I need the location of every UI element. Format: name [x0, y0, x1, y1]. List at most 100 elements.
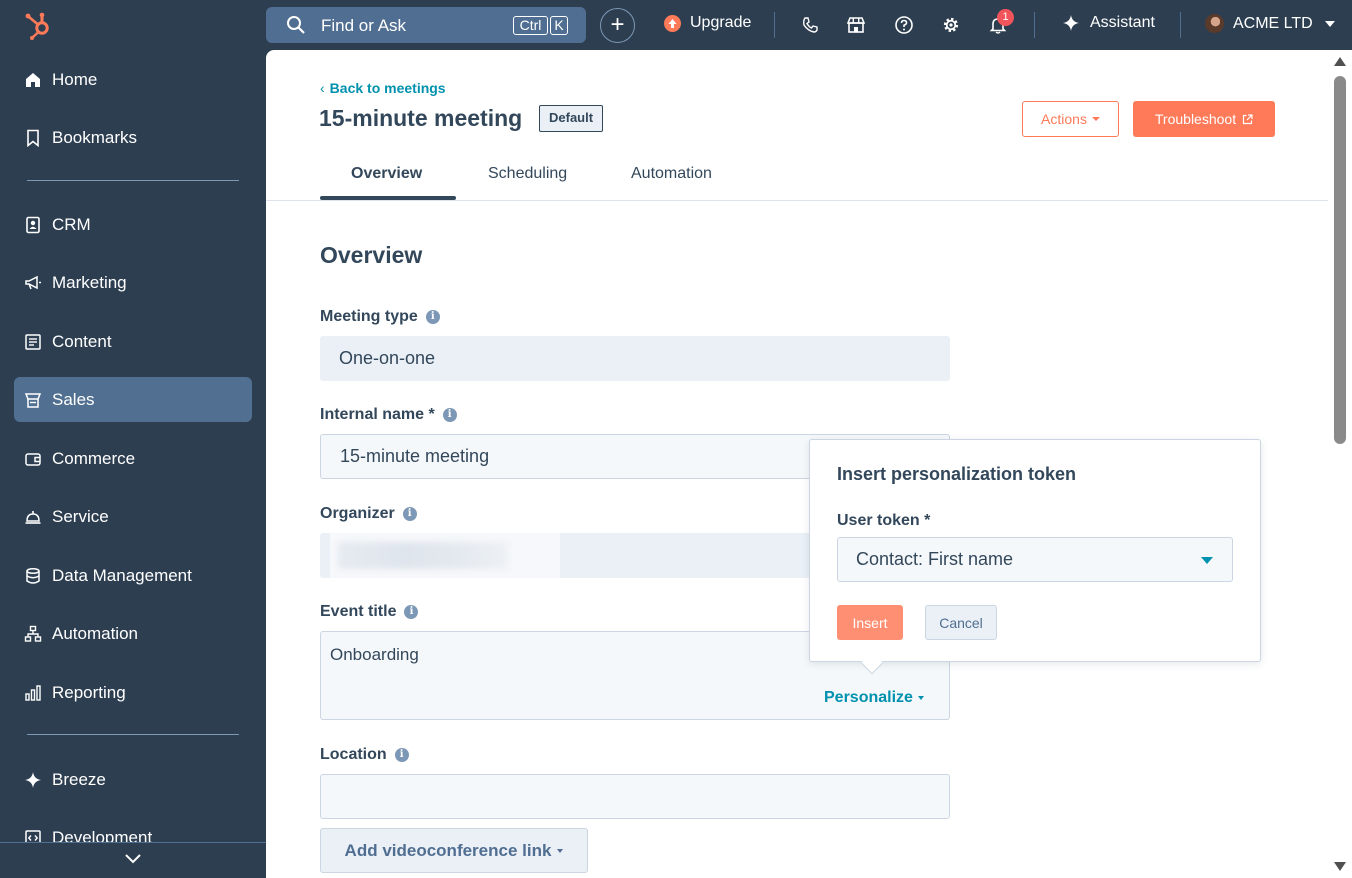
sidebar-item-content[interactable]: Content [14, 319, 252, 364]
topbar-divider [774, 12, 775, 38]
sidebar-item-data-management[interactable]: Data Management [14, 553, 252, 598]
upgrade-arrow-icon [664, 14, 681, 32]
sparkle-icon [25, 771, 41, 788]
user-token-value: Contact: First name [856, 549, 1014, 569]
location-label: Location i [320, 746, 409, 764]
actions-dropdown-button[interactable]: Actions [1022, 101, 1119, 137]
search-icon [287, 16, 305, 34]
event-title-label-text: Event title [320, 603, 397, 620]
sidebar-item-label: Sales [52, 389, 95, 409]
sidebar-item-breeze[interactable]: Breeze [14, 757, 252, 802]
info-icon[interactable]: i [404, 605, 419, 619]
location-label-text: Location [320, 746, 387, 763]
info-icon[interactable]: i [402, 507, 417, 521]
redacted-organizer-name [338, 542, 508, 569]
sidebar-item-label: Marketing [52, 272, 127, 292]
caret-down-icon [1091, 117, 1100, 121]
sidebar-navigation: Home Bookmarks CRM Marketing Content Sal… [0, 50, 266, 878]
info-icon[interactable]: i [442, 408, 457, 422]
workflow-icon [24, 625, 42, 642]
shortcut-k-key: K [550, 16, 568, 35]
sidebar-item-commerce[interactable]: Commerce [14, 436, 252, 481]
scroll-down-arrow-icon[interactable] [1334, 862, 1346, 871]
megaphone-icon [25, 275, 41, 289]
search-placeholder: Find or Ask [321, 16, 407, 35]
global-search-bar[interactable]: Find or Ask Ctrl K [266, 7, 586, 43]
sidebar-item-label: CRM [52, 214, 91, 234]
insert-button[interactable]: Insert [837, 605, 903, 640]
contacts-icon [26, 216, 40, 233]
sidebar-collapse-toggle[interactable] [0, 842, 266, 878]
topbar-divider [1034, 12, 1035, 38]
sidebar-item-reporting[interactable]: Reporting [14, 670, 252, 715]
add-videoconference-link-button[interactable]: Add videoconference link [320, 828, 588, 873]
topbar-divider [1180, 12, 1181, 38]
assistant-label: Assistant [1090, 14, 1155, 31]
phone-icon[interactable] [800, 15, 820, 35]
section-title: Overview [320, 242, 423, 268]
marketplace-icon[interactable] [846, 15, 866, 35]
caret-down-icon [917, 696, 924, 700]
sidebar-item-service[interactable]: Service [14, 494, 252, 539]
sidebar-item-crm[interactable]: CRM [14, 202, 252, 247]
assistant-button[interactable]: Assistant [1062, 14, 1155, 32]
external-link-icon [1242, 113, 1253, 124]
default-badge: Default [539, 105, 604, 132]
meeting-type-label: Meeting type i [320, 308, 440, 326]
cancel-button[interactable]: Cancel [925, 605, 997, 640]
settings-gear-icon[interactable] [941, 15, 961, 35]
internal-name-label: Internal name * i [320, 406, 457, 424]
upgrade-label: Upgrade [690, 14, 752, 31]
tab-scheduling[interactable]: Scheduling [488, 165, 567, 183]
create-new-button[interactable]: + [600, 8, 635, 43]
troubleshoot-label: Troubleshoot [1154, 111, 1237, 127]
account-menu[interactable]: ACME LTD [1205, 14, 1335, 33]
popover-title: Insert personalization token [837, 464, 1077, 484]
organizer-label: Organizer i [320, 505, 417, 523]
sidebar-item-label: Reporting [52, 682, 126, 702]
sidebar-item-bookmarks[interactable]: Bookmarks [14, 115, 252, 160]
internal-name-label-text: Internal name * [320, 406, 435, 423]
bar-chart-icon [25, 684, 41, 701]
sales-icon [24, 392, 42, 408]
user-token-select[interactable]: Contact: First name [837, 537, 1233, 582]
database-icon [26, 567, 40, 584]
hubspot-logo-icon[interactable] [22, 9, 54, 41]
user-token-label: User token * [837, 512, 931, 529]
info-icon[interactable]: i [394, 748, 409, 762]
active-tab-indicator [320, 196, 456, 200]
sidebar-item-label: Content [52, 331, 112, 351]
home-icon [26, 72, 40, 87]
content-icon [25, 333, 41, 350]
notification-count-badge: 1 [997, 9, 1014, 26]
meeting-type-label-text: Meeting type [320, 308, 418, 325]
sidebar-item-label: Breeze [52, 769, 106, 789]
scrollbar-thumb[interactable] [1334, 76, 1346, 444]
upgrade-button[interactable]: Upgrade [664, 14, 751, 32]
personalization-token-popover: Insert personalization token User token … [809, 439, 1261, 675]
back-to-meetings-link[interactable]: ‹ Back to meetings [320, 80, 446, 96]
tab-bar: Overview Scheduling Automation [266, 150, 1330, 201]
help-icon[interactable] [894, 15, 914, 35]
personalize-label: Personalize [824, 689, 913, 706]
sidebar-item-marketing[interactable]: Marketing [14, 260, 252, 305]
actions-label: Actions [1041, 111, 1087, 127]
chevron-down-icon [125, 854, 141, 864]
account-name: ACME LTD [1233, 14, 1313, 32]
event-title-label: Event title i [320, 603, 419, 621]
troubleshoot-button[interactable]: Troubleshoot [1133, 101, 1275, 137]
personalize-dropdown-button[interactable]: Personalize [824, 689, 924, 707]
sidebar-item-sales[interactable]: Sales [14, 377, 252, 422]
sidebar-item-automation[interactable]: Automation [14, 611, 252, 656]
info-icon[interactable]: i [425, 310, 440, 324]
location-input[interactable] [320, 774, 950, 819]
tab-automation[interactable]: Automation [631, 165, 712, 183]
sparkle-icon [1063, 15, 1079, 31]
meeting-type-field: One-on-one [320, 336, 950, 381]
scroll-up-arrow-icon[interactable] [1334, 57, 1346, 66]
tab-overview[interactable]: Overview [351, 165, 422, 183]
event-title-value: Onboarding [330, 645, 419, 664]
sidebar-item-home[interactable]: Home [14, 57, 252, 102]
page-title: 15-minute meeting [319, 105, 523, 131]
vertical-scrollbar[interactable] [1328, 50, 1352, 878]
